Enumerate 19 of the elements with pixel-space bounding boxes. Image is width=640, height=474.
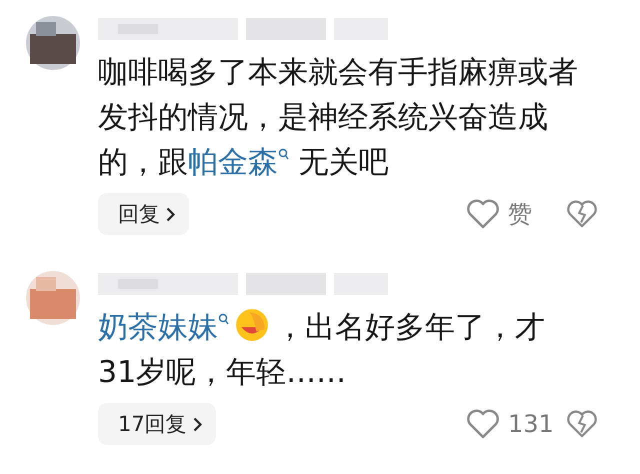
like-count: 131 [508,410,555,438]
comment-text: 咖啡喝多了本来就会有手指麻痹或者发抖的情况，是神经系统兴奋造成的，跟帕金森 无关吧 [98,54,579,182]
reply-button[interactable]: 17回复 [98,403,216,445]
topic-link[interactable]: 奶茶妹妹 [98,310,229,345]
reply-button[interactable]: 回复 [98,193,189,235]
broken-heart-icon[interactable] [566,410,598,438]
avatar [26,271,80,325]
comment-text: 奶茶妹妹 ，出名好多年了，才31岁呢，年轻…… [98,307,546,392]
chevron-icon [192,416,202,432]
chevron-icon [166,206,175,222]
broken-heart-icon[interactable] [566,200,598,228]
like-count: 赞 [508,199,533,230]
avatar [26,16,80,70]
search-icon [218,313,229,326]
heart-icon[interactable] [466,409,500,439]
emoji-icon [235,308,269,342]
heart-icon[interactable] [466,199,500,229]
search-icon [278,148,289,161]
topic-link[interactable]: 帕金森 [188,145,289,180]
